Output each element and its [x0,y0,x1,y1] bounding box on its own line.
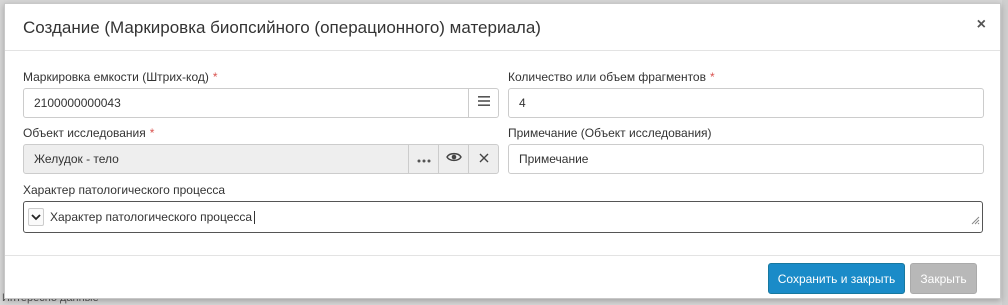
save-and-close-button[interactable]: Сохранить и закрыть [768,263,905,294]
dialog-footer: Сохранить и закрыть Закрыть [5,255,1000,300]
pathology-character-value: Характер патологического процесса [50,209,253,224]
close-button[interactable]: Закрыть [910,263,977,294]
menu-icon [477,94,491,112]
eye-icon [445,150,462,168]
clear-icon [479,150,489,168]
close-icon[interactable]: × [977,16,986,34]
research-object-value: Желудок - тело [34,152,119,166]
container-marking-label-text: Маркировка емкости (Штрих-код) [23,70,209,84]
container-marking-value[interactable]: 2100000000043 [24,96,468,110]
dialog-header: Создание (Маркировка биопсийного (операц… [5,4,1000,51]
note-value[interactable]: Примечание [509,152,983,166]
container-marking-label: Маркировка емкости (Штрих-код) * [23,70,218,84]
page-scrollbar[interactable] [1002,0,1008,305]
required-marker: * [149,126,155,140]
resize-grip-icon[interactable] [970,212,980,230]
pathology-character-label: Характер патологического процесса [23,183,226,197]
pathology-character-textarea[interactable]: Характер патологического процесса [23,201,983,233]
dialog-title: Создание (Маркировка биопсийного (операц… [23,18,541,37]
select-object-button[interactable] [408,145,438,173]
pathology-dropdown-button[interactable] [28,208,44,226]
required-marker: * [709,70,715,84]
research-object-label-text: Объект исследования [23,126,146,140]
fragments-count-value[interactable]: 4 [509,96,983,110]
note-label: Примечание (Объект исследования) [508,126,712,140]
container-marking-field[interactable]: 2100000000043 [23,88,499,118]
chevron-down-icon [31,208,41,226]
fragments-count-field[interactable]: 4 [508,88,984,118]
note-field[interactable]: Примечание [508,144,984,174]
required-marker: * [212,70,218,84]
barcode-list-button[interactable] [468,89,498,117]
more-icon [417,150,431,168]
create-dialog: Создание (Маркировка биопсийного (операц… [4,3,1001,299]
fragments-count-label: Количество или объем фрагментов * [508,70,715,84]
text-caret [254,211,256,225]
clear-object-button[interactable] [468,145,498,173]
research-object-field[interactable]: Желудок - тело [23,144,499,174]
pathology-character-text[interactable]: Характер патологического процесса [50,209,256,225]
view-object-button[interactable] [438,145,468,173]
fragments-count-label-text: Количество или объем фрагментов [508,70,706,84]
research-object-label: Объект исследования * [23,126,154,140]
